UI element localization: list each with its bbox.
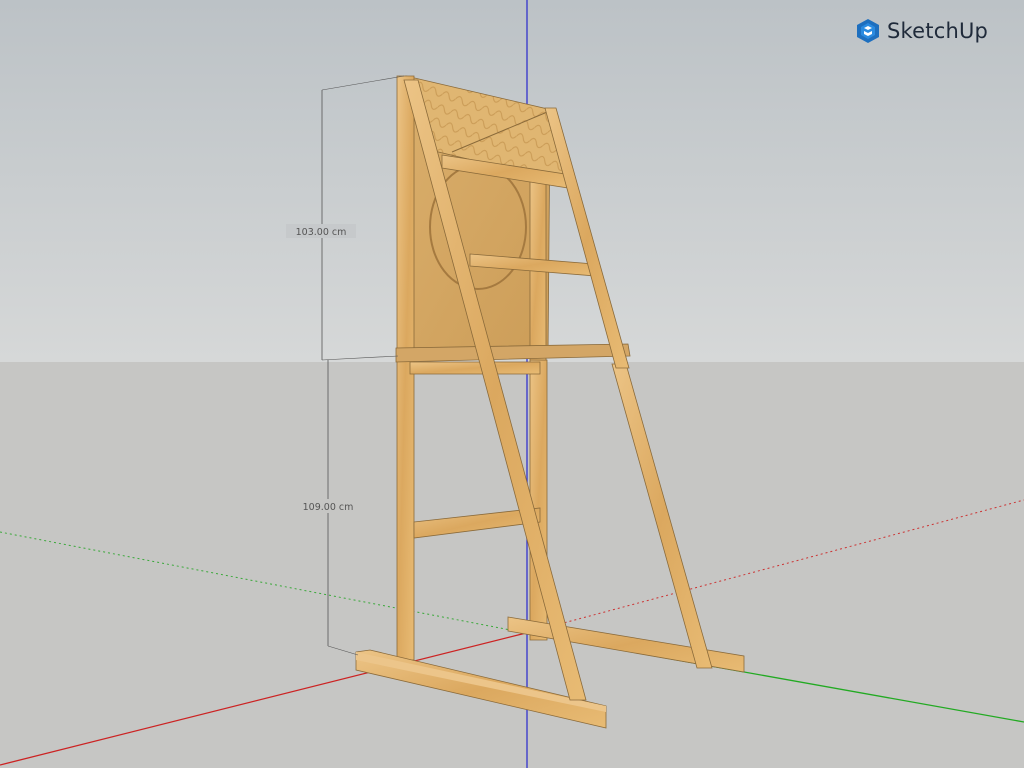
app-name: SketchUp [887, 19, 989, 43]
dimension-upper-label: 103.00 cm [296, 227, 347, 238]
sketchup-logo: SketchUp [856, 18, 988, 44]
sketchup-logo-icon [857, 19, 879, 43]
deck-apron [409, 361, 541, 375]
dimension-lower-label: 109.00 cm [303, 502, 354, 513]
modeling-viewport[interactable]: 103.00 cm 109.00 cm SketchUp [0, 0, 1024, 768]
ground-plane [0, 362, 1024, 768]
3d-scene[interactable]: 103.00 cm 109.00 cm [0, 0, 1024, 768]
